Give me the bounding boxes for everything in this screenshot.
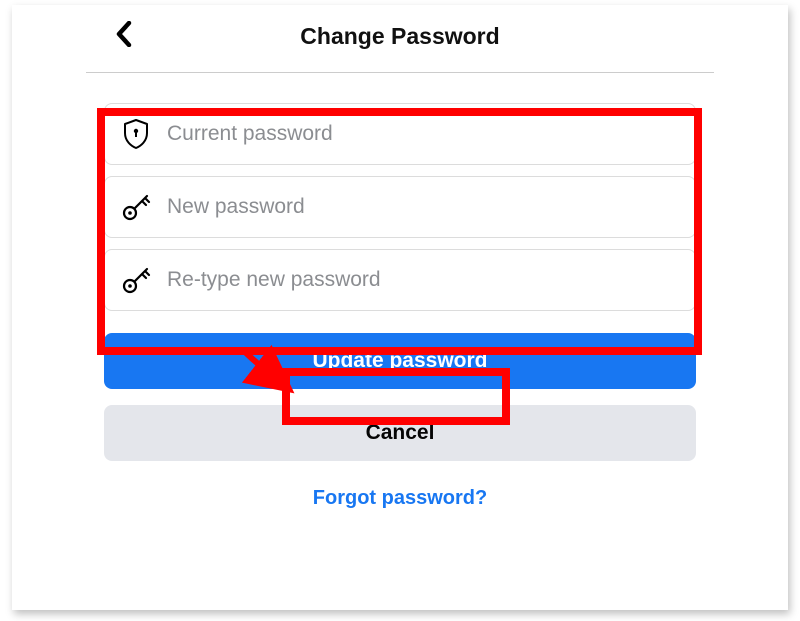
- update-password-button[interactable]: Update password: [104, 333, 696, 389]
- current-password-field-row: [104, 103, 696, 165]
- shield-lock-icon: [121, 119, 151, 149]
- header: Change Password: [86, 5, 714, 73]
- page-title: Change Password: [116, 23, 684, 50]
- retype-password-input[interactable]: [167, 268, 679, 292]
- back-button[interactable]: [108, 21, 138, 51]
- forgot-password-link[interactable]: Forgot password?: [313, 487, 487, 509]
- password-fields: [104, 103, 696, 311]
- key-icon: [121, 192, 151, 222]
- content: Update password Cancel Forgot password?: [12, 73, 788, 510]
- key-icon: [121, 265, 151, 295]
- forgot-row: Forgot password?: [104, 487, 696, 510]
- new-password-input[interactable]: [167, 195, 679, 219]
- new-password-field-row: [104, 176, 696, 238]
- current-password-input[interactable]: [167, 122, 679, 146]
- app-frame: Change Password: [12, 5, 788, 610]
- cancel-button[interactable]: Cancel: [104, 405, 696, 461]
- chevron-left-icon: [115, 21, 132, 52]
- retype-password-field-row: [104, 249, 696, 311]
